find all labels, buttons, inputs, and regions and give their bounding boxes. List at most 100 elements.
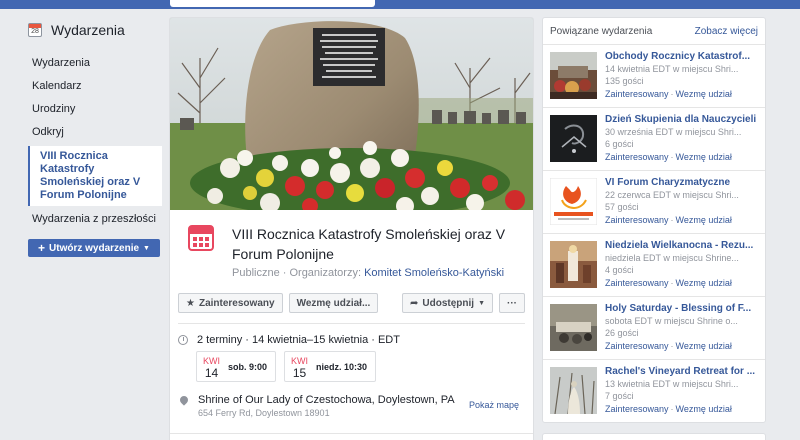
event-thumbnail[interactable] <box>550 52 597 99</box>
sidebar-item-discover[interactable]: Odkryj <box>28 121 162 144</box>
event-dates-summary: 2 terminy · 14 kwietnia–15 kwietnia · ED… <box>178 334 533 346</box>
caret-down-icon: ▼ <box>143 244 150 252</box>
sidebar-item-past-events[interactable]: Wydarzenia z przeszłości <box>28 208 162 231</box>
related-interested-button[interactable]: Zainteresowany <box>605 215 669 225</box>
mini-calendar: KWI 14 <box>203 355 220 379</box>
event-privacy: Publiczne · Organizatorzy: <box>232 267 361 279</box>
related-events-header: Powiązane wydarzenia Zobacz więcej <box>543 18 765 45</box>
create-event-label: Utwórz wydarzenie <box>49 242 140 254</box>
date-option[interactable]: KWI 15 niedz. 10:30 <box>284 351 377 382</box>
related-event-guests: 6 gości <box>605 139 634 149</box>
share-button[interactable]: ➦ Udostępnij ▼ <box>402 293 493 313</box>
events-header[interactable]: 28 Wydarzenia <box>28 18 162 42</box>
event-cover-photo[interactable] <box>170 18 533 210</box>
see-more-link[interactable]: Zobacz więcej <box>695 26 758 37</box>
sidebar-item-calendar[interactable]: Kalendarz <box>28 75 162 98</box>
search-bar[interactable] <box>170 0 375 7</box>
event-location: Shrine of Our Lady of Czestochowa, Doyle… <box>180 394 533 418</box>
interested-button[interactable]: ★ Zainteresowany <box>178 293 283 313</box>
related-event-item[interactable]: Dzień Skupienia dla Nauczycieli 30 wrześ… <box>543 108 765 171</box>
going-button[interactable]: Wezmę udział... <box>288 293 379 313</box>
more-options-button[interactable]: ··· <box>499 293 525 313</box>
related-interested-button[interactable]: Zainteresowany <box>605 89 669 99</box>
plus-icon: + <box>38 241 46 255</box>
related-going-button[interactable]: Wezmę udział <box>676 341 732 351</box>
organizer-link[interactable]: Komitet Smoleńsko-Katyński <box>364 267 504 279</box>
event-thumbnail[interactable] <box>550 304 597 351</box>
related-going-button[interactable]: Wezmę udział <box>676 152 732 162</box>
event-calendar-icon <box>188 225 214 251</box>
related-going-button[interactable]: Wezmę udział <box>676 215 732 225</box>
related-interested-button[interactable]: Zainteresowany <box>605 278 669 288</box>
clock-icon <box>178 335 188 345</box>
related-going-button[interactable]: Wezmę udział <box>676 404 732 414</box>
date-month: KWI <box>203 355 220 366</box>
related-event-title[interactable]: Holy Saturday - Blessing of F... <box>605 303 759 315</box>
related-event-title[interactable]: Rachel's Vineyard Retreat for ... <box>605 366 759 378</box>
related-event-item[interactable]: Niedziela Wielkanocna - Rezu... niedziel… <box>543 234 765 297</box>
related-event-item[interactable]: Obchody Rocznicy Katastrof... 14 kwietni… <box>543 45 765 108</box>
related-event-title[interactable]: Obchody Rocznicy Katastrof... <box>605 51 759 63</box>
related-event-when: 14 kwietnia EDT w miejscu Shri... <box>605 64 739 74</box>
event-thumbnail[interactable] <box>550 178 597 225</box>
related-event-item[interactable]: Rachel's Vineyard Retreat for ... 13 kwi… <box>543 360 765 422</box>
related-event-guests: 57 gości <box>605 202 639 212</box>
related-events-panel: Powiązane wydarzenia Zobacz więcej Obcho… <box>542 17 766 423</box>
event-thumbnail[interactable] <box>550 115 597 162</box>
event-thumbnail[interactable] <box>550 241 597 288</box>
related-event-title[interactable]: VI Forum Charyzmatyczne <box>605 177 759 189</box>
event-title: VIII Rocznica Katastrofy Smoleńskiej ora… <box>232 226 506 262</box>
sidebar-item-events[interactable]: Wydarzenia <box>28 52 162 75</box>
date-day: 15 <box>292 365 307 380</box>
related-event-guests: 7 gości <box>605 391 634 401</box>
related-event-when: sobota EDT w miejscu Shrine o... <box>605 316 738 326</box>
date-month: KWI <box>291 355 309 366</box>
event-thumbnail[interactable] <box>550 367 597 414</box>
related-interested-button[interactable]: Zainteresowany <box>605 404 669 414</box>
date-day: 14 <box>204 365 219 380</box>
sidebar-item-current-event[interactable]: VIII Rocznica Katastrofy Smoleńskiej ora… <box>28 146 162 206</box>
mini-calendar: KWI 15 <box>291 355 308 379</box>
events-title: Wydarzenia <box>51 22 125 38</box>
related-interested-button[interactable]: Zainteresowany <box>605 341 669 351</box>
related-going-button[interactable]: Wezmę udział <box>676 89 732 99</box>
share-icon: ➦ <box>410 297 419 309</box>
divider <box>178 323 525 324</box>
related-event-when: niedziela EDT w miejscu Shrine... <box>605 253 739 263</box>
related-event-when: 22 czerwca EDT w miejscu Shri... <box>605 190 739 200</box>
interested-label: Zainteresowany <box>198 297 275 309</box>
share-label: Udostępnij <box>422 297 475 309</box>
related-event-guests: 26 gości <box>605 328 639 338</box>
date-options: KWI 14 sob. 9:00 KWI 15 niedz. 10:30 <box>196 351 533 382</box>
related-going-button[interactable]: Wezmę udział <box>676 278 732 288</box>
related-event-title[interactable]: Dzień Skupienia dla Nauczycieli <box>605 114 759 126</box>
location-name[interactable]: Shrine of Our Lady of Czestochowa, Doyle… <box>198 394 455 406</box>
event-header: VIII Rocznica Katastrofy Smoleńskiej ora… <box>170 210 533 279</box>
sidebar-item-birthdays[interactable]: Urodziny <box>28 98 162 121</box>
related-event-guests: 135 gości <box>605 76 644 86</box>
location-address: 654 Ferry Rd, Doylestown 18901 <box>198 408 330 418</box>
date-time: niedz. 10:30 <box>316 361 368 372</box>
going-label: Wezmę udział... <box>296 297 371 309</box>
calendar-icon: 28 <box>28 23 42 37</box>
location-pin-icon <box>180 396 188 406</box>
date-option[interactable]: KWI 14 sob. 9:00 <box>196 351 277 382</box>
create-event-button[interactable]: + Utwórz wydarzenie ▼ <box>28 239 160 257</box>
top-navigation-bar <box>0 0 800 9</box>
related-event-item[interactable]: VI Forum Charyzmatyczne 22 czerwca EDT w… <box>543 171 765 234</box>
related-event-item[interactable]: Holy Saturday - Blessing of F... sobota … <box>543 297 765 360</box>
dates-summary-text: 2 terminy · 14 kwietnia–15 kwietnia · ED… <box>197 334 400 346</box>
date-time: sob. 9:00 <box>228 361 268 372</box>
divider <box>170 433 533 434</box>
related-events-title: Powiązane wydarzenia <box>550 25 653 37</box>
more-icon: ··· <box>507 297 517 309</box>
event-meta: Publiczne · Organizatorzy: Komitet Smole… <box>232 267 523 279</box>
related-event-guests: 4 gości <box>605 265 634 275</box>
related-event-when: 13 kwietnia EDT w miejscu Shri... <box>605 379 739 389</box>
left-sidebar: 28 Wydarzenia Wydarzenia Kalendarz Urodz… <box>28 18 162 257</box>
show-map-link[interactable]: Pokaż mapę <box>469 400 519 410</box>
cover-photo-image <box>170 18 533 210</box>
related-event-title[interactable]: Niedziela Wielkanocna - Rezu... <box>605 240 759 252</box>
star-icon: ★ <box>186 297 195 309</box>
related-interested-button[interactable]: Zainteresowany <box>605 152 669 162</box>
